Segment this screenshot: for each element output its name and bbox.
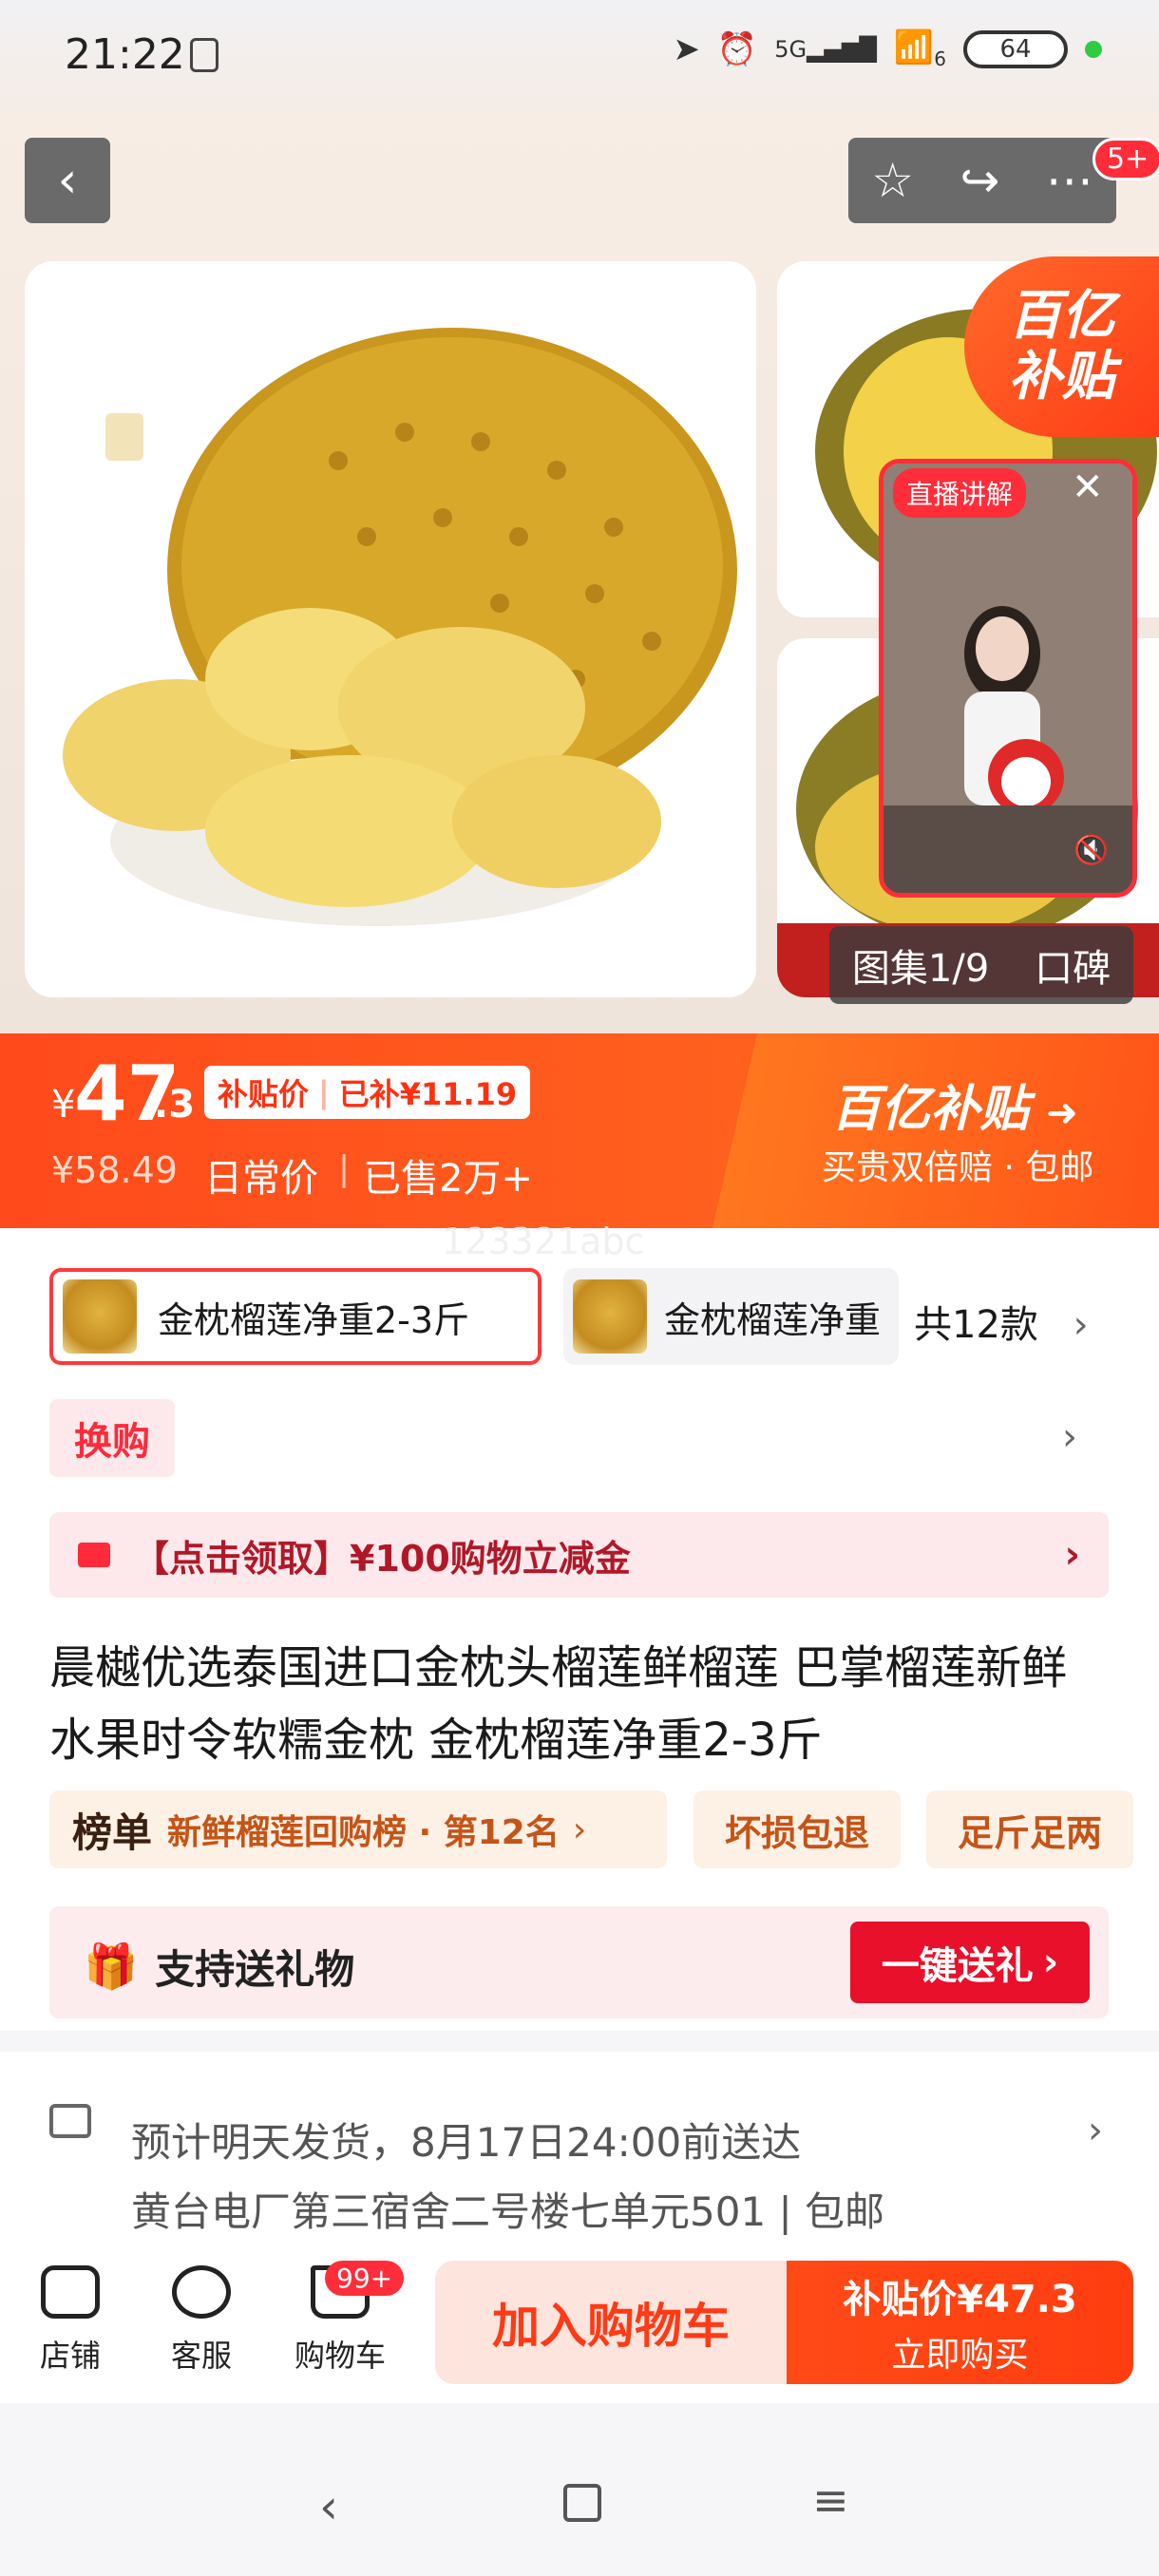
store-icon [41,2265,100,2319]
add-to-cart-button[interactable]: 加入购物车 [435,2261,787,2384]
sku-option-selected[interactable]: 金枕榴莲净重2-3斤 [49,1268,542,1365]
more-icon[interactable]: ⋯ [1046,153,1093,208]
status-icons: ➤ ⏰ 5G▂▄▆█ 📶6 64 [673,28,1102,70]
divider: | [338,1149,351,1188]
sku-option-label: 金枕榴莲净重 [664,1298,882,1341]
alarm-icon: ⏰ [716,29,758,68]
signal-icon: 5G▂▄▆█ [774,35,877,63]
ranking-badge[interactable]: 榜单 新鲜榴莲回购榜 · 第12名 › [49,1790,667,1868]
sold-count: 已售2万+ [363,1157,533,1201]
price-decimal: .3 [154,1083,196,1127]
subsidy-brand-logo[interactable]: 百亿补贴 ➜ [831,1069,1078,1140]
sku-option-label: 金枕榴莲净重2-3斤 [158,1298,470,1341]
sku-option[interactable]: 金枕榴莲净重 [563,1268,899,1365]
subsidy-price-tag: 补贴价 | 已补¥11.19 [204,1066,531,1119]
chevron-left-icon: ‹ [57,152,78,209]
favorite-star-icon[interactable]: ☆ [871,153,914,208]
chevron-right-icon: › [1042,1941,1059,1984]
swap-purchase-tag[interactable]: 换购 [49,1399,175,1477]
buy-price: 补贴价¥47.3 [843,2278,1077,2321]
sku-count[interactable]: 共12款 › [914,1294,1089,1349]
battery-icon: 64 [963,29,1068,68]
subsidy-brand-sub: 买贵双倍赔 · 包邮 [822,1148,1094,1187]
send-gift-button[interactable]: 一键送礼 › [850,1922,1090,2003]
share-icon[interactable]: ↪ [960,153,999,208]
live-explain-tag: 直播讲解 [893,468,1027,518]
chevron-right-icon: › [1073,1303,1089,1347]
location-icon: ➤ [673,29,700,68]
customer-service-icon [172,2265,231,2319]
system-menu-icon[interactable]: ≡ [812,2474,849,2526]
product-main-image[interactable] [25,261,756,997]
coupon-banner[interactable]: 【点击领取】¥100购物立减金 › [49,1512,1109,1598]
chevron-right-icon[interactable]: › [1088,2109,1103,2152]
top-action-group: ☆ ↪ ⋯ [848,138,1116,223]
sku-thumb-image [573,1279,647,1354]
truck-icon [49,2104,91,2138]
chevron-right-icon: › [1064,1533,1080,1577]
gift-icon: 🎁 [84,1941,139,1992]
coupon-card-icon [78,1543,110,1567]
product-title: 晨樾优选泰国进口金枕头榴莲鲜榴莲 巴掌榴莲新鲜水果时令软糯金枕 金枕榴莲净重2-… [49,1641,1068,1767]
watermark-text: 123321abc [442,1221,645,1262]
system-home-icon[interactable] [563,2484,601,2522]
status-time: 21:22 [65,30,185,79]
daily-price-label: 日常价 [204,1157,318,1201]
gallery-counter[interactable]: 图集1/9 口碑 [829,926,1133,1004]
original-price: ¥58.49 [51,1149,178,1191]
wifi-icon: 📶6 [893,28,946,70]
store-nav[interactable]: 店铺 [13,2265,127,2376]
price-currency: ¥ [51,1083,76,1127]
chevron-right-icon: › [572,1809,587,1849]
buy-label: 立即购买 [891,2336,1029,2375]
live-stream-window[interactable] [879,459,1137,898]
gift-support-label: 🎁 支持送礼物 [84,1941,355,1993]
system-back-icon[interactable]: ‹ [319,2479,338,2534]
service-tag[interactable]: 坏损包退 [694,1790,901,1868]
service-tag[interactable]: 足斤足两 [926,1790,1133,1868]
delivery-address: 黄台电厂第三宿舍二号楼七单元501 | 包邮 [131,2188,885,2235]
delivery-estimate: 预计明天发货，8月17日24:00前送达 [131,2119,802,2166]
sku-thumb-image [63,1279,137,1354]
mute-icon[interactable]: 🔇 [1074,834,1109,867]
coupon-text: 【点击领取】¥100购物立减金 [133,1537,631,1580]
gallery-review-tab[interactable]: 口碑 [1035,938,1111,993]
arrow-circle-icon: ➜ [1046,1091,1078,1135]
buy-now-button[interactable]: 补贴价¥47.3 立即购买 [787,2261,1133,2384]
back-button[interactable]: ‹ [25,138,110,223]
service-nav[interactable]: 客服 [144,2265,258,2376]
message-badge: 5+ [1092,138,1159,180]
subsidy-corner-badge: 百亿 补贴 [964,256,1159,437]
sim-icon [190,38,218,72]
chevron-right-icon[interactable]: › [1062,1415,1077,1459]
gallery-count-label: 图集1/9 [851,947,990,991]
live-close-icon[interactable]: ✕ [1072,465,1104,509]
cart-badge: 99+ [325,2261,405,2296]
privacy-dot-icon [1085,40,1102,58]
